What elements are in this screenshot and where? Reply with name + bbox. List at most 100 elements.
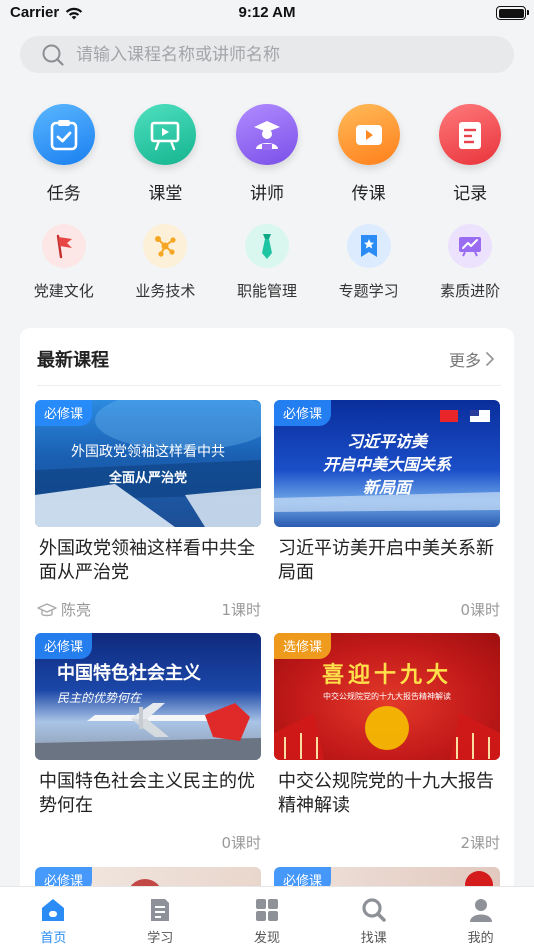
course-title: 中国特色社会主义民主的优势何在 [39, 771, 255, 816]
course-thumbnail: 必修课 外国政党领袖这样看中共 全面从严治党 [35, 400, 261, 527]
course-meta: 陈亮 1课时 [35, 599, 261, 621]
category-record[interactable]: 记录 [419, 104, 521, 204]
topic-label: 专题学习 [338, 282, 399, 300]
banner-text: 中国特色社会主义 民主的优势何在 [57, 659, 201, 706]
required-badge: 必修课 [35, 633, 93, 659]
required-badge: 必修课 [274, 400, 332, 426]
topic-category-row: 党建文化 业务技术 职能管理 专题学习 素质进阶 [13, 224, 521, 304]
growth-chart-icon [448, 224, 493, 268]
course-hours: 0课时 [221, 834, 261, 852]
category-label: 记录 [453, 184, 488, 204]
red-flag-icon [41, 224, 86, 268]
topic-quality-advance[interactable]: 素质进阶 [419, 224, 521, 304]
tab-find-course[interactable]: 找课 [320, 887, 427, 950]
topic-label: 业务技术 [135, 282, 196, 300]
tab-home[interactable]: 首页 [0, 887, 107, 950]
course-hours: 1课时 [221, 601, 261, 619]
banner-line: 开启中美大国关系 [322, 455, 451, 474]
video-camera-icon [337, 104, 400, 165]
necktie-icon [244, 224, 289, 268]
search-input[interactable] [76, 36, 496, 73]
search-bar[interactable] [20, 36, 514, 73]
topic-special-study[interactable]: 专题学习 [318, 224, 420, 304]
category-teacher[interactable]: 讲师 [216, 104, 318, 204]
banner-line: 外国政党领袖这样看中共 [71, 444, 225, 460]
course-meta: 0课时 [274, 599, 500, 621]
banner-text: 习近平访美 开启中美大国关系 新局面 [274, 430, 500, 499]
profile-icon [469, 899, 492, 922]
topic-party-culture[interactable]: 党建文化 [13, 224, 115, 304]
bottom-tab-bar: 首页 学习 发现 找课 我的 [0, 886, 534, 950]
banner-line: 民主的优势何在 [57, 691, 142, 705]
bookmark-star-icon [346, 224, 391, 268]
course-title: 中交公规院党的十九大报告精神解读 [278, 771, 494, 816]
status-bar: Carrier 9:12 AM [0, 0, 534, 28]
tab-label: 我的 [467, 931, 494, 946]
record-document-icon [439, 104, 502, 165]
topic-label: 职能管理 [236, 282, 297, 300]
banner-line: 中交公规院党的十九大报告精神解读 [323, 692, 451, 701]
course-thumbnail: 必修课 中国特色社会主义 民主的优势何在 [35, 633, 261, 760]
more-link[interactable]: 更多 [449, 347, 496, 371]
category-classroom[interactable]: 课堂 [115, 104, 217, 204]
tab-profile[interactable]: 我的 [427, 887, 534, 950]
category-broadcast[interactable]: 传课 [318, 104, 420, 204]
find-course-search-icon [362, 898, 386, 922]
tab-study[interactable]: 学习 [107, 887, 214, 950]
clipboard-check-icon [32, 104, 95, 165]
elective-badge: 选修课 [274, 633, 332, 659]
banner-line: 新局面 [362, 478, 411, 497]
course-card[interactable]: 必修课 习近平访美 开启中美大国关系 新局面 习近平访美开启中美关系新局面 0课… [274, 400, 500, 621]
tab-label: 学习 [147, 931, 174, 946]
course-title: 外国政党领袖这样看中共全面从严治党 [39, 538, 255, 583]
course-hours: 0课时 [460, 601, 500, 619]
teacher-name: 陈亮 [61, 601, 92, 619]
banner-line: 全面从严治党 [108, 471, 187, 486]
course-meta: 2课时 [274, 832, 500, 854]
topic-label: 素质进阶 [440, 282, 501, 300]
category-task[interactable]: 任务 [13, 104, 115, 204]
clock-time: 9:12 AM [238, 4, 296, 21]
home-icon [42, 899, 65, 921]
banner-line: 中国特色社会主义 [57, 663, 201, 684]
section-title: 最新课程 [37, 350, 109, 371]
tab-label: 首页 [40, 931, 67, 946]
battery-icon [496, 6, 529, 20]
tab-discover[interactable]: 发现 [214, 887, 321, 950]
teacher-info: 陈亮 [37, 599, 91, 620]
chevron-right-icon [486, 352, 494, 366]
course-card[interactable]: 选修课 喜迎十九大 中交公规院党的十九大报告精神解读 中交公规院党的十九大报告精… [274, 633, 500, 854]
tab-label: 发现 [253, 931, 280, 946]
topic-label: 党建文化 [33, 282, 94, 300]
more-label: 更多 [448, 351, 481, 370]
required-badge: 必修课 [35, 400, 93, 426]
category-label: 课堂 [148, 184, 183, 204]
graduation-cap-icon [37, 602, 57, 616]
banner-text: 外国政党领袖这样看中共 全面从严治党 [35, 441, 261, 486]
category-label: 任务 [46, 184, 81, 204]
category-label: 传课 [351, 184, 386, 204]
study-icon [151, 899, 170, 921]
course-thumbnail: 选修课 喜迎十九大 中交公规院党的十九大报告精神解读 [274, 633, 500, 760]
network-nodes-icon [143, 224, 188, 268]
course-card[interactable]: 必修课 外国政党领袖这样看中共 全面从严治党 外国政党领袖这样看中共全面从严治党… [35, 400, 261, 621]
latest-courses-panel: 最新课程 更多 必修课 外国政党领袖这样看中共 全面从严治党 外国政党领袖这样看… [20, 328, 514, 898]
discover-grid-icon [255, 899, 278, 921]
course-meta: 0课时 [35, 832, 261, 854]
search-icon [42, 44, 64, 66]
main-category-row: 任务 课堂 讲师 传课 记录 [13, 104, 521, 204]
course-hours: 2课时 [460, 834, 500, 852]
tab-label: 找课 [360, 931, 387, 946]
divider [37, 385, 501, 386]
teacher-icon [235, 104, 298, 165]
banner-text: 喜迎十九大 中交公规院党的十九大报告精神解读 [274, 657, 500, 702]
topic-business-tech[interactable]: 业务技术 [115, 224, 217, 304]
topic-function-mgmt[interactable]: 职能管理 [216, 224, 318, 304]
banner-line: 习近平访美 [346, 432, 427, 451]
course-thumbnail: 必修课 习近平访美 开启中美大国关系 新局面 [274, 400, 500, 527]
banner-line: 喜迎十九大 [321, 663, 452, 688]
classroom-board-icon [134, 104, 197, 165]
course-title: 习近平访美开启中美关系新局面 [278, 538, 494, 583]
course-card[interactable]: 必修课 中国特色社会主义 民主的优势何在 中国特色社会主义民主的优势何在 0课时 [35, 633, 261, 854]
category-label: 讲师 [249, 184, 284, 204]
